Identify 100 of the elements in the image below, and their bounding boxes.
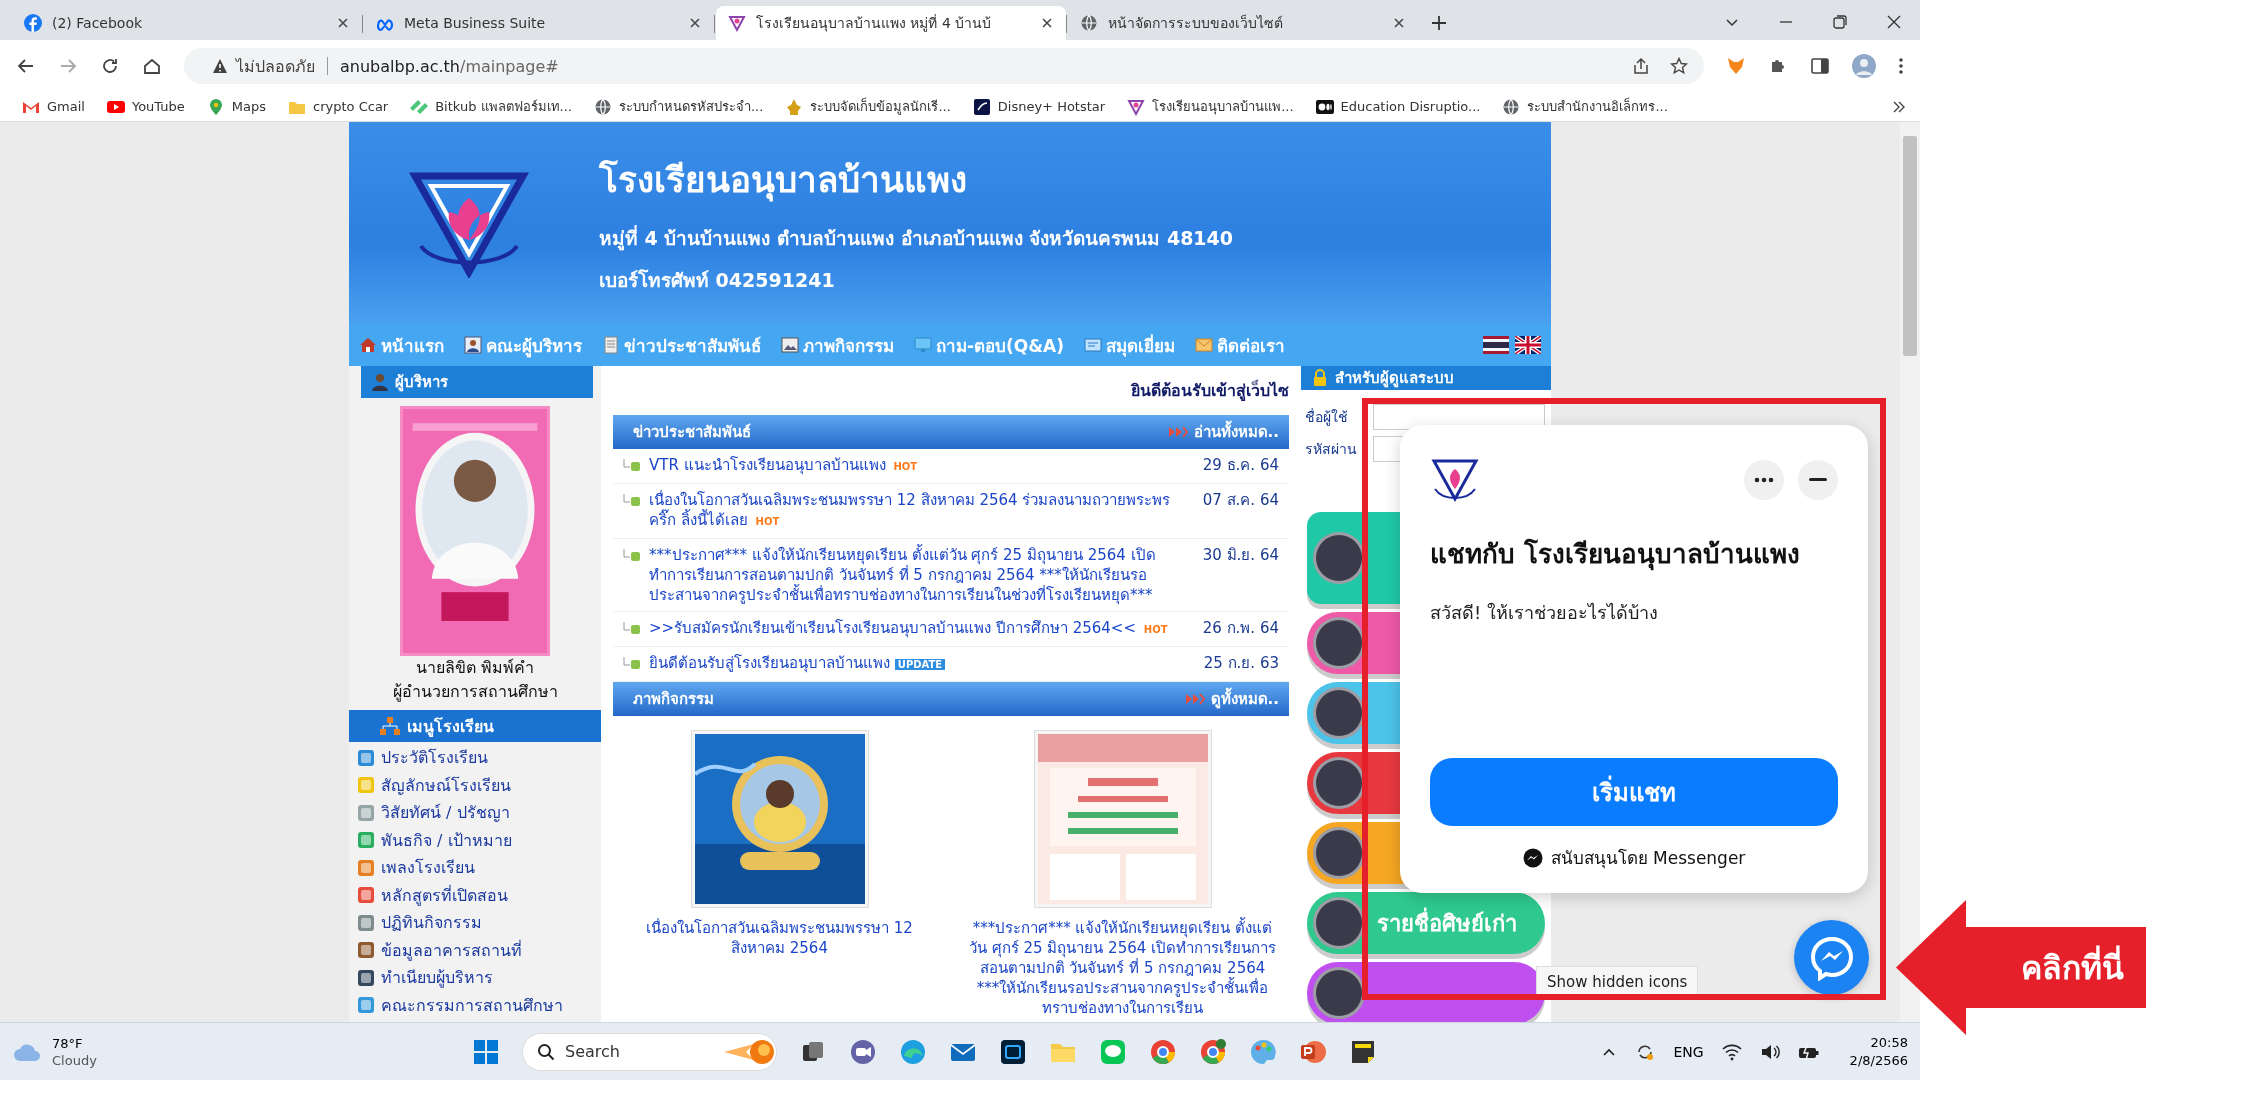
- book-icon: [1084, 336, 1103, 354]
- close-icon[interactable]: [688, 16, 702, 30]
- fox-icon[interactable]: [1726, 56, 1746, 76]
- battery-icon[interactable]: [1797, 1042, 1820, 1061]
- bookmark[interactable]: Maps: [198, 95, 275, 118]
- square-icon: [357, 913, 375, 932]
- greeting-text: สวัสดี! ให้เราช่วยอะไรได้บ้าง: [1430, 601, 1659, 625]
- news-date: 29 ธ.ค. 64: [1201, 455, 1279, 475]
- search-field[interactable]: Search: [522, 1032, 777, 1071]
- clock-time[interactable]: 20:58: [1870, 1033, 1908, 1052]
- video-chat-icon[interactable]: [849, 1037, 877, 1066]
- news-link[interactable]: VTR แนะนำโรงเรียนอนุบาลบ้านแพง HOT: [649, 455, 1181, 477]
- close-icon[interactable]: [1886, 14, 1902, 30]
- browser-tab[interactable]: (2) Facebook: [12, 6, 362, 40]
- caption-link[interactable]: เนื่องในโอกาสวันเฉลิมพระชนมพรรษา 12 สิงหาคม 2564: [624, 918, 935, 958]
- bookmark[interactable]: Bitkub แพลตฟอร์มเท...: [402, 94, 580, 119]
- news-link[interactable]: ***ประกาศ*** แจ้งให้นักเรียนหยุดเรียน ตั้งแต่วัน ศุกร์ 25 มิถุนายน 2564 เปิดทำการเรียนการสอนตามปกติ วันจันทร์ ที่ 5 กรกฎาคม 2564 ***ให้นักเรียนรอประสานจากครูประจำชั้นเพื่อทราบช่องทางในการเรียนในช่วงที่โรงเรียนหยุด***: [649, 545, 1181, 605]
- f-logo-icon: [24, 14, 42, 32]
- minimize-button[interactable]: [1798, 460, 1838, 500]
- uk-flag-icon[interactable]: [1515, 336, 1541, 354]
- reload-icon[interactable]: [100, 56, 120, 76]
- document-icon: [602, 336, 620, 354]
- browser-tab[interactable]: โรงเรียนอนุบาลบ้านแพง หมู่ที่ 4 บ้านบ้: [716, 6, 1066, 40]
- person-icon: [464, 336, 482, 354]
- chevrons-icon[interactable]: [1892, 99, 1906, 114]
- url-text: anubalbp.ac.th/mainpage#: [340, 56, 559, 76]
- sidebar-icon[interactable]: [1810, 56, 1830, 76]
- square-icon: [357, 803, 375, 822]
- bookmark[interactable]: ระบบสำนักงานอิเล็กทร...: [1494, 94, 1676, 119]
- bookmark[interactable]: ระบบกำหนดรหัสประจำ...: [585, 94, 772, 119]
- star-icon[interactable]: [1670, 57, 1688, 75]
- browser-icon[interactable]: [1199, 1037, 1227, 1066]
- news-date: 25 ก.ย. 63: [1202, 653, 1279, 673]
- menu-link[interactable]: สัญลักษณ์โรงเรียน: [349, 771, 601, 799]
- tab-title: หน้าจัดการระบบของเว็บไซต์: [1108, 13, 1284, 33]
- caption-link[interactable]: ***ประกาศ*** แจ้งให้นักเรียนหยุดเรียน ตั้งแต่วัน ศุกร์ 25 มิถุนายน 2564 เปิดทำการเรียนการสอนตามปกติ วันจันทร์ ที่ 5 กรกฎาคม 2564 ***ให้นักเรียนรอประสานจากครูประจำชั้นเพื่อทราบช่องทางในการเรียน: [967, 918, 1278, 1018]
- bookmark[interactable]: Gmail: [14, 95, 93, 118]
- language-indicator[interactable]: ENG: [1673, 1043, 1704, 1060]
- messenger-icon: [1808, 934, 1855, 981]
- menu-link[interactable]: ปฏิทินกิจกรรม: [349, 909, 601, 937]
- new-tab-icon[interactable]: [1430, 14, 1448, 32]
- start-icon[interactable]: [472, 1037, 500, 1066]
- menu-link[interactable]: เพลงโรงเรียน: [349, 854, 601, 882]
- site-phone: เบอร์โทรศัพท์ 042591241: [599, 267, 836, 293]
- menu-icon[interactable]: [1898, 56, 1904, 76]
- start-chat-button[interactable]: เริ่มแชท: [1430, 758, 1838, 826]
- bookmark[interactable]: crypto Ccar: [280, 95, 397, 118]
- site-address: หมู่ที่ 4 บ้านบ้านแพง ตำบลบ้านแพง อำเภอบ้านแพง จังหวัดนครพนม 48140: [599, 224, 1233, 253]
- house-icon: [359, 336, 377, 354]
- clock-date[interactable]: 2/8/2566: [1849, 1051, 1908, 1070]
- bullet-icon: [623, 657, 641, 671]
- close-icon[interactable]: [1392, 16, 1406, 30]
- square-icon: [357, 996, 375, 1015]
- restore-icon[interactable]: [1832, 14, 1848, 30]
- warning-icon: [212, 58, 228, 74]
- field-label: ชื่อผู้ใช้: [1305, 407, 1349, 428]
- bookmark[interactable]: Education Disruptio...: [1307, 95, 1489, 118]
- share-icon[interactable]: [1632, 57, 1650, 75]
- bookmark[interactable]: YouTube: [98, 95, 193, 118]
- menu-link[interactable]: คณะกรรมการสถานศึกษา: [349, 991, 601, 1019]
- welcome-text: ยินดีต้อนรับเข้าสู่เว็บไซ: [1130, 378, 1289, 403]
- view-all-link[interactable]: อ่านทั้งหมด..: [1193, 420, 1279, 444]
- more-button[interactable]: [1744, 460, 1784, 500]
- menu-link[interactable]: ทำเนียบผู้บริหาร: [349, 964, 601, 992]
- view-all-link[interactable]: ดูทั้งหมด..: [1210, 687, 1279, 711]
- padlock-icon: [1311, 369, 1329, 387]
- news-link[interactable]: เนื่องในโอกาสวันเฉลิมพระชนมพรรษา 12 สิงหาคม 2564 ร่วมลงนามถวายพระพร คริ๊ก ลิ้งนี้ได้เลย HOT: [649, 490, 1181, 532]
- palette-icon[interactable]: [1249, 1037, 1277, 1066]
- chat-title: แชทกับ โรงเรียนอนุบาลบ้านแพง: [1430, 537, 1802, 573]
- menu-link[interactable]: ประวัติโรงเรียน: [349, 744, 601, 772]
- menu-link[interactable]: วิสัยทัศน์ / ปรัชญา: [349, 799, 601, 827]
- triangle-logo-icon: [1127, 97, 1146, 116]
- bookmark[interactable]: ระบบจัดเก็บข้อมูลนักเรี...: [777, 94, 959, 119]
- dots-logo-icon: [1315, 97, 1334, 116]
- home-icon[interactable]: [142, 56, 162, 76]
- thai-flag-icon[interactable]: [1483, 336, 1509, 354]
- security-label: ไม่ปลอดภัย: [236, 55, 315, 78]
- chain-icon: [410, 97, 429, 116]
- tab-title: (2) Facebook: [52, 15, 144, 31]
- news-link[interactable]: >>รับสมัครนักเรียนเข้าเรียนโรงเรียนอนุบาลบ้านแพง ปีการศึกษา 2564<< HOT: [649, 618, 1181, 640]
- speaker-icon[interactable]: [1759, 1042, 1780, 1061]
- menu-link[interactable]: พันธกิจ / เป้าหมาย: [349, 826, 601, 854]
- scrollbar[interactable]: [1900, 122, 1920, 1022]
- temperature: 78°F: [52, 1034, 84, 1052]
- close-icon[interactable]: [1040, 16, 1054, 30]
- bookmark[interactable]: โรงเรียนอนุบาลบ้านแพ...: [1119, 94, 1302, 119]
- photo-editor-icon[interactable]: [999, 1037, 1027, 1066]
- tab-title: โรงเรียนอนุบาลบ้านแพง หมู่ที่ 4 บ้านบ้: [756, 13, 993, 34]
- address-bar[interactable]: ไม่ปลอดภัย anubalbp.ac.th/mainpage#: [184, 48, 1704, 84]
- menu-link[interactable]: หลักสูตรที่เปิดสอน: [349, 881, 601, 909]
- browser-icon[interactable]: [1149, 1037, 1177, 1066]
- close-icon[interactable]: [336, 16, 350, 30]
- bookmark[interactable]: Disney+ Hotstar: [964, 95, 1114, 118]
- field-label: รหัสผ่าน: [1305, 440, 1358, 459]
- wifi-icon[interactable]: [1721, 1042, 1742, 1061]
- news-link[interactable]: ยินดีต้อนรับสู่โรงเรียนอนุบาลบ้านแพง UPDATE: [649, 653, 1181, 675]
- browser-tab[interactable]: Meta Business Suite: [364, 6, 714, 40]
- menu-link[interactable]: ข้อมูลอาคารสถานที่: [349, 936, 601, 964]
- browser-tab[interactable]: หน้าจัดการระบบของเว็บไซต์: [1068, 6, 1418, 40]
- sitemap-icon: [379, 716, 401, 736]
